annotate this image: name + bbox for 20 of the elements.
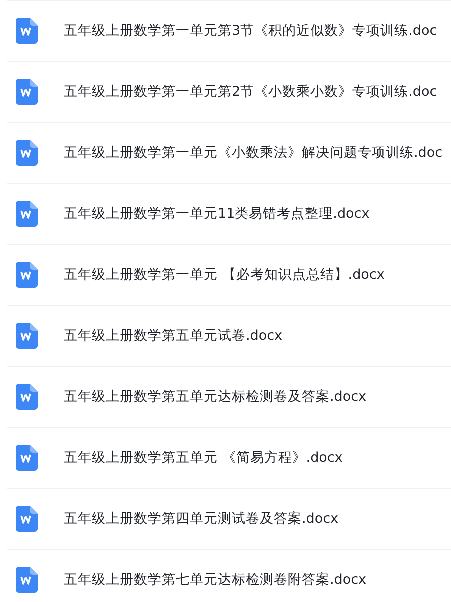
file-name[interactable]: 五年级上册数学第五单元试卷.docx [64, 327, 283, 345]
word-document-icon [16, 506, 38, 532]
word-document-icon [16, 445, 38, 471]
file-name[interactable]: 五年级上册数学第一单元 【必考知识点总结】.docx [64, 266, 385, 284]
word-document-icon [16, 384, 38, 410]
word-document-icon [16, 201, 38, 227]
file-name[interactable]: 五年级上册数学第一单元第3节《积的近似数》专项训练.doc [64, 22, 438, 40]
file-name[interactable]: 五年级上册数学第五单元 《简易方程》.docx [64, 449, 343, 467]
word-document-icon [16, 18, 38, 44]
file-name[interactable]: 五年级上册数学第一单元《小数乘法》解决问题专项训练.doc [64, 144, 443, 162]
file-name[interactable]: 五年级上册数学第一单元第2节《小数乘小数》专项训练.doc [64, 83, 438, 101]
file-name[interactable]: 五年级上册数学第七单元达标检测卷附答案.docx [64, 571, 367, 589]
file-name[interactable]: 五年级上册数学第四单元测试卷及答案.docx [64, 510, 339, 528]
word-document-icon [16, 140, 38, 166]
word-document-icon [16, 262, 38, 288]
word-document-icon [16, 79, 38, 105]
file-name[interactable]: 五年级上册数学第一单元11类易错考点整理.docx [64, 205, 370, 223]
file-name[interactable]: 五年级上册数学第五单元达标检测卷及答案.docx [64, 388, 367, 406]
word-document-icon [16, 567, 38, 593]
word-document-icon [16, 323, 38, 349]
